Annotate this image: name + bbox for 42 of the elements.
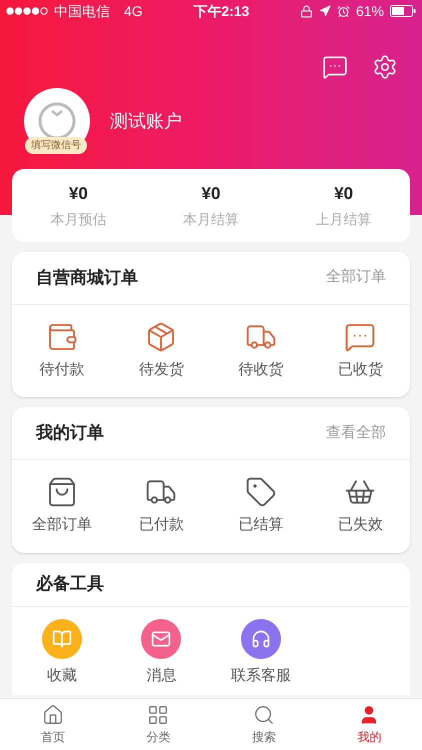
order-status-button[interactable]: 已结算 <box>211 472 310 540</box>
avatar[interactable]: 填写微信号 <box>24 88 90 154</box>
search-icon <box>252 704 275 726</box>
battery-text: 61% <box>356 2 384 20</box>
tab-item[interactable]: 我的 <box>316 699 422 750</box>
tag-icon <box>244 476 277 508</box>
order-status-button[interactable]: 已失效 <box>310 472 410 540</box>
lock-icon <box>300 4 313 18</box>
stat-value: ¥0 <box>68 183 88 205</box>
tab-item[interactable]: 搜索 <box>211 699 316 750</box>
wechat-badge[interactable]: 填写微信号 <box>25 137 87 154</box>
tab-item[interactable]: 首页 <box>0 699 106 750</box>
stat-label: 本月预估 <box>50 210 106 228</box>
signal-icon <box>6 7 48 15</box>
tool-button[interactable]: 联系客服 <box>211 618 310 687</box>
order-status-button[interactable]: 已收货 <box>310 316 410 385</box>
location-icon <box>318 5 331 17</box>
tool-button[interactable]: 收藏 <box>12 618 112 687</box>
card-title: 必备工具 <box>36 573 104 596</box>
battery-icon <box>390 5 416 17</box>
home-icon <box>42 704 64 726</box>
stat-label: 上月结算 <box>316 210 372 228</box>
order-status-button[interactable]: 待收货 <box>211 316 310 385</box>
order-status-button[interactable]: 待发货 <box>112 316 211 385</box>
stat-label: 本月结算 <box>182 210 239 228</box>
account-name: 测试账户 <box>110 110 182 132</box>
message-icon[interactable] <box>322 54 348 80</box>
card-title: 我的订单 <box>36 422 104 444</box>
tool-button[interactable]: 消息 <box>112 618 211 687</box>
settings-icon[interactable] <box>372 54 398 80</box>
grid-icon <box>147 704 170 726</box>
order-status-button[interactable]: 全部订单 <box>12 472 112 540</box>
tab-item[interactable]: 分类 <box>106 699 211 750</box>
clock-text: 下午2:13 <box>193 2 250 20</box>
carrier-text: 中国电信 <box>54 2 110 20</box>
order-status-button[interactable]: 已付款 <box>112 472 211 540</box>
stat-value: ¥0 <box>202 183 220 205</box>
card-title: 自营商城订单 <box>36 266 138 289</box>
order-status-button[interactable]: 待付款 <box>12 316 112 385</box>
alarm-icon <box>336 4 350 18</box>
network-text: 4G <box>124 2 143 20</box>
stat-value: ¥0 <box>334 183 354 205</box>
